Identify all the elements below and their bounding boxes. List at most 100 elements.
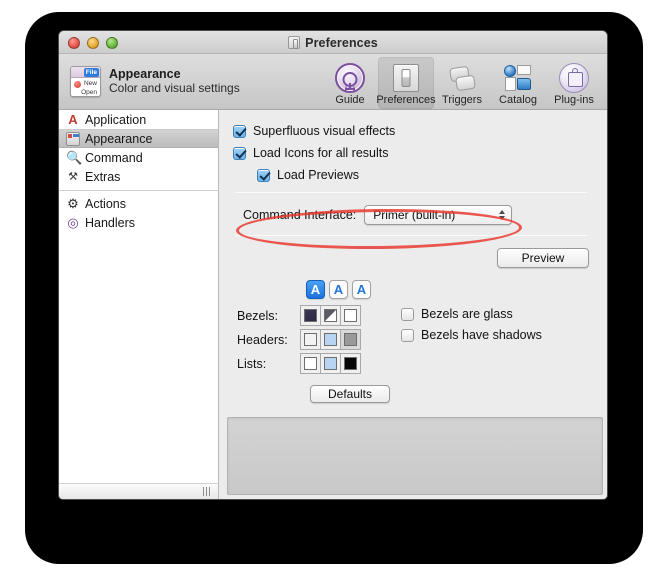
sidebar-item-appearance-label: Appearance — [85, 131, 153, 146]
swatch-lists-2[interactable] — [320, 353, 341, 374]
swatch-row-lists-label: Lists: — [237, 356, 267, 371]
text-size-small-button[interactable]: A — [306, 280, 325, 299]
application-icon: A — [68, 111, 78, 127]
command-interface-row: Command Interface: Primer (built-in) — [243, 205, 589, 225]
checkbox-row-load-previews[interactable]: Load Previews — [257, 168, 589, 182]
content-pane: Superfluous visual effects Load Icons fo… — [219, 110, 607, 499]
checkbox-superfluous[interactable] — [233, 124, 246, 138]
command-interface-select[interactable]: Primer (built-in) — [364, 205, 513, 225]
file-menu-icon: File New Open — [70, 66, 101, 97]
sidebar-item-command[interactable]: 🔍 Command — [59, 148, 218, 167]
stepper-arrows-icon — [499, 210, 506, 220]
puzzle-piece-icon — [559, 63, 589, 93]
toolbar-item-preferences-label: Preferences — [376, 94, 436, 106]
file-menu-icon-file-label: File — [83, 68, 99, 77]
preferences-window: Preferences File New Open Appearance Col… — [58, 30, 608, 500]
checkbox-bezels-shadows[interactable] — [401, 328, 414, 342]
checkbox-row-bezels-shadows[interactable]: Bezels have shadows — [401, 328, 542, 342]
swatch-row-bezels-label: Bezels: — [237, 308, 278, 323]
toolbar-item-guide-label: Guide — [335, 94, 365, 106]
sidebar-item-appearance[interactable]: Appearance — [59, 129, 218, 148]
checkbox-bezels-glass[interactable] — [401, 307, 414, 321]
divider-top — [235, 192, 587, 193]
tools-icon: ⚒ — [68, 170, 78, 183]
sidebar-item-handlers[interactable]: ◎ Handlers — [59, 213, 218, 232]
sidebar-item-handlers-label: Handlers — [85, 215, 136, 230]
record-dot-icon — [74, 81, 81, 88]
sidebar-filler — [59, 232, 218, 483]
command-interface-value: Primer (built-in) — [373, 208, 456, 222]
page-subtitle: Color and visual settings — [109, 81, 240, 95]
checkbox-load-icons[interactable] — [233, 146, 246, 160]
window-body: A Application Appearance 🔍 Command ⚒ Ext… — [59, 110, 607, 499]
sidebar-item-application[interactable]: A Application — [59, 110, 218, 129]
swatch-bezels-1[interactable] — [300, 305, 321, 326]
sidebar-divider — [59, 190, 218, 191]
window-title-group: Preferences — [59, 31, 607, 54]
checkbox-load-previews[interactable] — [257, 168, 270, 182]
swatch-headers-1[interactable] — [300, 329, 321, 350]
toolbar-item-triggers[interactable]: Triggers — [434, 57, 490, 109]
swatch-row-bezels: Bezels: — [237, 305, 361, 326]
preview-button[interactable]: Preview — [497, 248, 589, 268]
checkbox-row-bezels-glass[interactable]: Bezels are glass — [401, 307, 542, 321]
checkbox-superfluous-label: Superfluous visual effects — [253, 124, 396, 138]
swatch-headers-2[interactable] — [320, 329, 341, 350]
sidebar-item-actions[interactable]: ⚙ Actions — [59, 194, 218, 213]
toolbar-item-catalog-label: Catalog — [499, 94, 537, 106]
swatch-bezels-3[interactable] — [340, 305, 361, 326]
checkbox-bezels-shadows-label: Bezels have shadows — [421, 328, 542, 342]
switch-icon — [288, 36, 301, 49]
pane-header-text: Appearance Color and visual settings — [109, 67, 240, 96]
preview-pane — [227, 417, 603, 495]
appearance-swatches: Bezels: Headers: Lists: Bezels are glass… — [237, 305, 589, 377]
sidebar-item-extras[interactable]: ⚒ Extras — [59, 167, 218, 186]
swatch-headers-3[interactable] — [340, 329, 361, 350]
sidebar-resize-grip[interactable] — [59, 483, 218, 499]
toolbar-item-plugins-label: Plug-ins — [554, 94, 594, 106]
checkbox-bezels-glass-label: Bezels are glass — [421, 307, 513, 321]
defaults-button[interactable]: Defaults — [310, 385, 390, 403]
sidebar-item-extras-label: Extras — [85, 169, 121, 184]
toolbar-item-catalog[interactable]: Catalog — [490, 57, 546, 109]
toolbar-item-preferences[interactable]: Preferences — [376, 57, 436, 109]
settings-area: Superfluous visual effects Load Icons fo… — [219, 110, 607, 403]
toolbar-item-guide[interactable]: Guide — [322, 57, 378, 109]
bezel-options: Bezels are glass Bezels have shadows — [401, 305, 542, 377]
globe-folder-icon — [503, 63, 533, 93]
screenshot-root: Preferences File New Open Appearance Col… — [0, 0, 664, 576]
checkbox-row-load-icons[interactable]: Load Icons for all results — [233, 146, 589, 160]
sidebar-item-actions-label: Actions — [85, 196, 126, 211]
defaults-button-row: Defaults — [310, 385, 589, 403]
text-size-buttons: A A A — [306, 280, 589, 299]
command-interface-label: Command Interface: — [243, 208, 357, 222]
toolbar-item-triggers-label: Triggers — [442, 94, 482, 106]
swatch-row-headers-label: Headers: — [237, 332, 288, 347]
checkbox-load-icons-label: Load Icons for all results — [253, 146, 389, 160]
text-size-large-button[interactable]: A — [352, 280, 371, 299]
pane-header: File New Open Appearance Color and visua… — [59, 66, 240, 97]
sidebar-item-application-label: Application — [85, 112, 147, 127]
window-title: Preferences — [305, 35, 378, 50]
checkbox-load-previews-label: Load Previews — [277, 168, 359, 182]
text-size-medium-button[interactable]: A — [329, 280, 348, 299]
swatch-lists-3[interactable] — [340, 353, 361, 374]
sidebar-item-command-label: Command — [85, 150, 143, 165]
toolbar-item-plugins[interactable]: Plug-ins — [546, 57, 602, 109]
preview-button-row: Preview — [233, 248, 589, 268]
gear-icon: ⚙ — [67, 195, 79, 211]
target-icon: ◎ — [67, 214, 79, 230]
swatch-lists-1[interactable] — [300, 353, 321, 374]
swatch-row-headers: Headers: — [237, 329, 361, 350]
sidebar: A Application Appearance 🔍 Command ⚒ Ext… — [59, 110, 219, 499]
toolbar-items: Guide Preferences Triggers Catalog Plug-… — [322, 54, 607, 109]
file-menu-icon-new-label: New — [83, 80, 97, 87]
window-titlebar[interactable]: Preferences — [59, 31, 607, 54]
swatch-grid: Bezels: Headers: Lists: — [237, 305, 361, 377]
mercury-circle-icon — [335, 63, 365, 93]
page-title: Appearance — [109, 67, 181, 81]
light-switch-icon — [391, 63, 421, 93]
swatch-bezels-2[interactable] — [320, 305, 341, 326]
checkbox-row-superfluous[interactable]: Superfluous visual effects — [233, 124, 589, 138]
appearance-icon — [66, 131, 80, 146]
